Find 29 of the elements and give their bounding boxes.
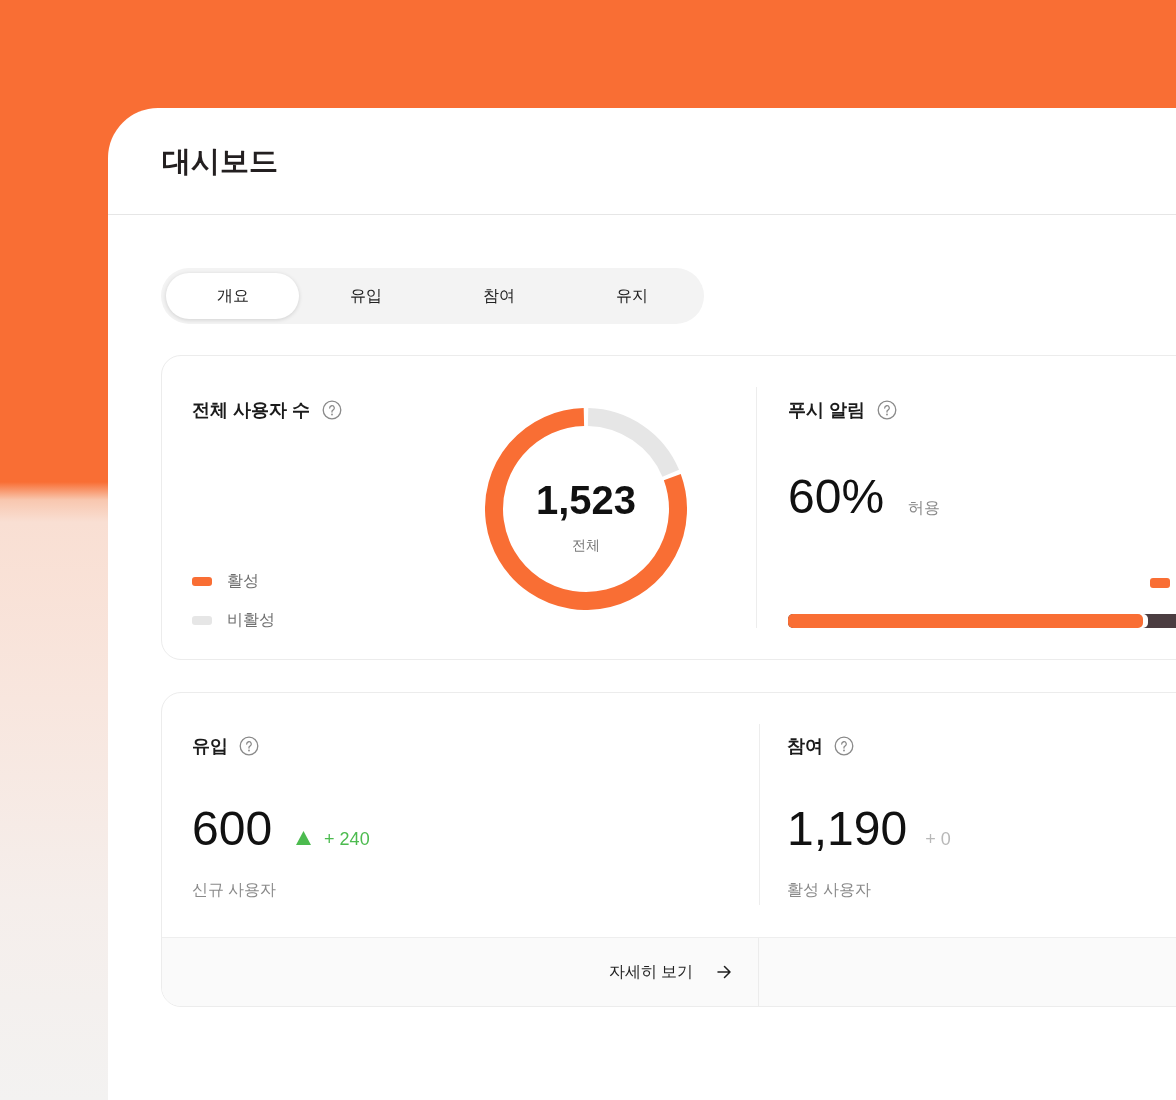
legend-label: 활성 — [227, 571, 259, 591]
tab[interactable]: 참여 — [432, 273, 566, 319]
donut-total-label: 전체 — [572, 536, 600, 555]
legend-swatch-icon — [1150, 578, 1170, 588]
donut-total-value: 1,523 — [535, 477, 637, 524]
push-percentage: 60% — [788, 469, 885, 525]
metric-value: 600 — [192, 801, 273, 857]
help-icon[interactable] — [322, 400, 342, 420]
triangle-up-icon — [296, 831, 312, 845]
help-icon[interactable] — [239, 736, 259, 756]
details-link[interactable]: 자세히 보기 — [608, 961, 731, 983]
card-title: 푸시 알림 — [788, 399, 865, 421]
card-title: 전체 사용자 수 — [192, 399, 310, 421]
metric-value: 1,190 — [787, 801, 908, 857]
help-icon[interactable] — [834, 736, 854, 756]
card-title: 참여 — [787, 735, 823, 757]
metric-change: + 240 — [324, 828, 370, 850]
tab[interactable]: 개요 — [166, 273, 300, 319]
tab[interactable]: 유지 — [565, 273, 699, 319]
metric-change: + 0 — [925, 828, 951, 850]
tab[interactable]: 유입 — [299, 273, 433, 319]
window-title: 대시보드 — [162, 144, 278, 179]
help-icon[interactable] — [877, 400, 897, 420]
metric-caption: 신규 사용자 — [192, 880, 277, 900]
arrow-right-icon — [717, 965, 731, 979]
legend-label: 비활성 — [227, 610, 275, 630]
metric-caption: 활성 사용자 — [787, 880, 872, 900]
push-value-label: 허용 — [908, 498, 941, 518]
card-title: 유입 — [192, 735, 228, 757]
